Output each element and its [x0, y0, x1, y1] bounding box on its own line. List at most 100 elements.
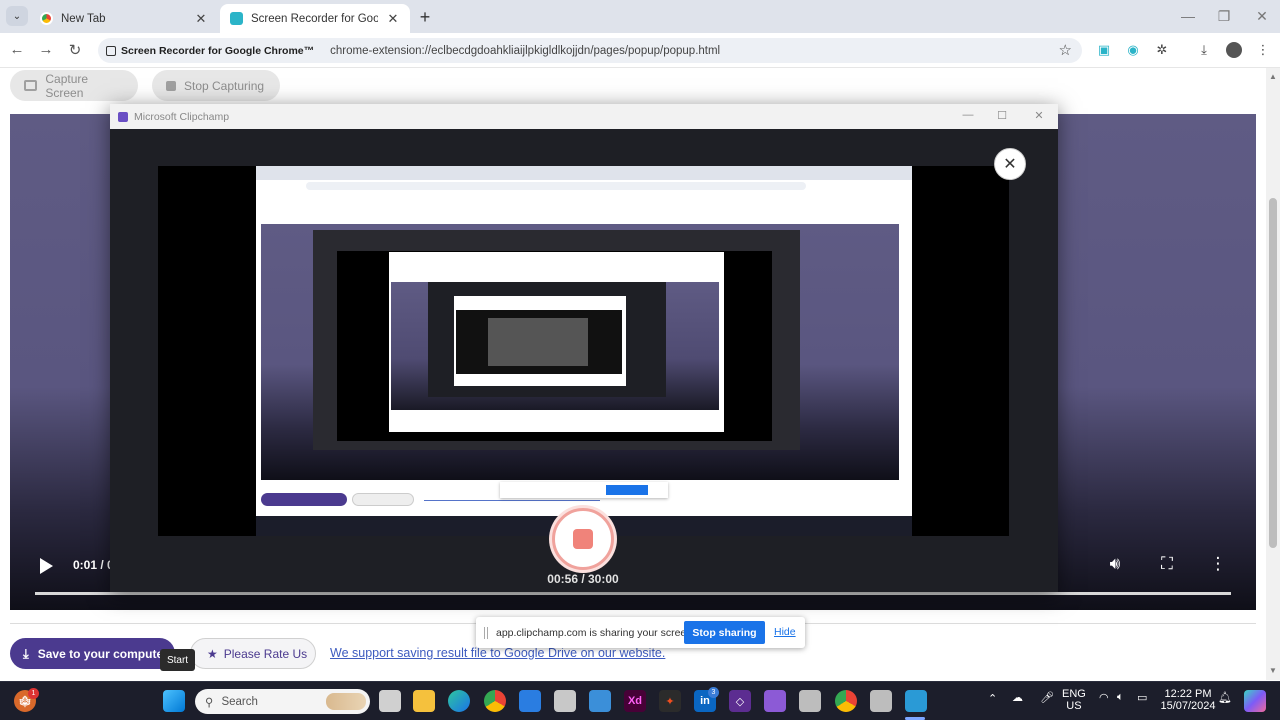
puzzle-icon	[106, 45, 116, 56]
language-indicator[interactable]: ENG US	[1062, 688, 1086, 712]
volume-icon[interactable]: 🔊︎	[1104, 554, 1126, 574]
google-drive-link[interactable]: We support saving result file to Google …	[330, 646, 665, 660]
page-scrollbar[interactable]: ▲ ▼	[1266, 68, 1280, 680]
notification-bell-icon[interactable]: 🔔︎	[1218, 691, 1232, 704]
extension-chip-label: Screen Recorder for Google Chrome™	[121, 44, 315, 57]
extension-chip[interactable]: Screen Recorder for Google Chrome™	[106, 45, 324, 57]
save-to-computer-button[interactable]: ⤓ Save to your computer	[10, 638, 175, 669]
onedrive-icon[interactable]: ☁	[1012, 691, 1023, 704]
preview-tabstrip	[256, 166, 912, 180]
monitor-icon	[24, 80, 38, 91]
screen-sharing-bar: app.clipchamp.com is sharing your screen…	[476, 617, 805, 648]
minimize-icon[interactable]: —	[1178, 8, 1198, 24]
address-bar[interactable]: Screen Recorder for Google Chrome™ chrom…	[98, 38, 1082, 63]
stop-recording-button[interactable]	[552, 508, 614, 570]
profile-avatar[interactable]	[1226, 42, 1242, 58]
toolbox-icon[interactable]	[554, 690, 576, 712]
close-icon[interactable]: ✕	[194, 11, 208, 27]
maximize-icon[interactable]: ☐	[994, 109, 1010, 122]
scroll-down-icon[interactable]: ▼	[1269, 666, 1277, 675]
close-icon[interactable]: ✕	[1031, 109, 1047, 122]
task-view-icon[interactable]	[379, 690, 401, 712]
chrome-icon[interactable]	[484, 690, 506, 712]
visual-studio-icon[interactable]: ◇	[729, 690, 751, 712]
browser-toolbar: ← → ↻ Screen Recorder for Google Chrome™…	[0, 33, 1280, 68]
extension-icon-2[interactable]: ◉	[1125, 42, 1141, 58]
file-explorer-icon[interactable]	[413, 690, 435, 712]
clipchamp-taskbar-icon[interactable]	[905, 690, 927, 712]
rate-us-button[interactable]: ★ Please Rate Us	[190, 638, 316, 669]
clipchamp-window: Microsoft Clipchamp — ☐ ✕ ✕ 00:56 / 30:0…	[110, 104, 1058, 592]
new-tab-button[interactable]: +	[415, 7, 435, 28]
tab-new-tab[interactable]: New Tab ✕	[30, 4, 218, 33]
battery-icon[interactable]: ▭	[1137, 691, 1147, 704]
app-icon-1[interactable]	[799, 690, 821, 712]
stop-icon	[573, 529, 593, 549]
url-text: chrome-extension://eclbecdgdoahkliaijlpk…	[330, 44, 721, 57]
taskbar-search[interactable]: ⚲ Search	[195, 689, 370, 714]
extension-icon-1[interactable]: ▣	[1096, 42, 1112, 58]
preview-addressbar	[256, 180, 912, 192]
video-progress-bar[interactable]	[35, 592, 1231, 595]
start-tooltip: Start	[160, 649, 195, 671]
save-button-label: Save to your computer	[37, 646, 168, 661]
more-menu-icon[interactable]: ⋮	[1255, 42, 1271, 58]
close-icon[interactable]: ✕	[386, 11, 400, 27]
close-window-icon[interactable]: ✕	[1252, 8, 1272, 25]
copilot-icon[interactable]	[1244, 690, 1266, 712]
drag-handle-icon[interactable]	[484, 626, 488, 639]
back-icon[interactable]: ←	[8, 41, 26, 58]
notification-badge: 1	[28, 688, 39, 699]
browser-tab-strip: ⌄ New Tab ✕ Screen Recorder for Google C…	[0, 0, 1280, 33]
store-icon[interactable]	[519, 690, 541, 712]
stop-sharing-button[interactable]: Stop sharing	[684, 621, 765, 644]
clock[interactable]: 12:22 PM 15/07/2024	[1158, 688, 1218, 712]
show-hidden-icons[interactable]: ⌃	[988, 692, 997, 705]
preview-save-button	[261, 493, 347, 506]
search-icon: ⚲	[205, 696, 214, 709]
region-code: US	[1066, 700, 1082, 712]
app-icon-2[interactable]	[870, 690, 892, 712]
download-icon: ⤓	[23, 645, 29, 661]
capture-screen-button[interactable]: Capture Screen	[10, 70, 138, 101]
figma-icon[interactable]: ✦	[659, 690, 681, 712]
clipchamp-window-title: Microsoft Clipchamp	[134, 110, 230, 123]
more-options-icon[interactable]: ⋮	[1207, 554, 1229, 574]
screen-recorder-icon	[230, 12, 243, 25]
tab-label: New Tab	[61, 12, 106, 25]
microphone-icon[interactable]: 🎤︎	[1040, 691, 1054, 704]
stop-capturing-button[interactable]: Stop Capturing	[152, 70, 280, 101]
clock-date: 15/07/2024	[1160, 700, 1216, 712]
chrome-icon	[40, 12, 53, 25]
mail-icon[interactable]	[589, 690, 611, 712]
preview-rate-button	[352, 493, 414, 506]
tab-search-button[interactable]: ⌄	[6, 6, 28, 26]
photos-icon[interactable]	[764, 690, 786, 712]
play-icon[interactable]	[40, 558, 53, 574]
preview-nested-window-2	[428, 282, 666, 397]
extensions-puzzle-icon[interactable]: ✲	[1154, 42, 1170, 58]
scroll-thumb[interactable]	[1269, 198, 1277, 548]
chrome-icon-2[interactable]	[835, 690, 857, 712]
recording-timer: 00:56 / 30:00	[547, 572, 619, 586]
adobe-xd-icon[interactable]: Xd	[624, 690, 646, 712]
clipchamp-titlebar: Microsoft Clipchamp — ☐ ✕	[110, 104, 1058, 129]
download-icon[interactable]: ⤓	[1196, 42, 1212, 58]
maximize-icon[interactable]: ❐	[1214, 8, 1234, 25]
stop-icon	[166, 80, 176, 91]
minimize-icon[interactable]: —	[960, 109, 976, 121]
close-preview-icon[interactable]: ✕	[994, 148, 1026, 180]
fullscreen-icon[interactable]: ⛶	[1156, 554, 1178, 574]
scroll-up-icon[interactable]: ▲	[1269, 72, 1277, 81]
tab-screen-recorder[interactable]: Screen Recorder for Google Chr ✕	[220, 4, 410, 33]
forward-icon[interactable]: →	[37, 41, 55, 58]
hide-link[interactable]: Hide	[774, 626, 796, 638]
windows-taskbar: 🍁︎ 1 ⚲ Search Xd ✦ in 3 ◇ ⌃ ☁ 🎤︎ ENG US …	[0, 681, 1280, 720]
bookmark-star-icon[interactable]: ☆	[1059, 41, 1072, 59]
star-icon: ★	[207, 646, 218, 661]
wifi-icon[interactable]: ◠	[1099, 691, 1109, 704]
reload-icon[interactable]: ↻	[66, 41, 84, 59]
speaker-icon[interactable]: 🔈︎	[1117, 691, 1124, 704]
start-windows-icon[interactable]	[163, 690, 185, 712]
edge-icon[interactable]	[448, 690, 470, 712]
